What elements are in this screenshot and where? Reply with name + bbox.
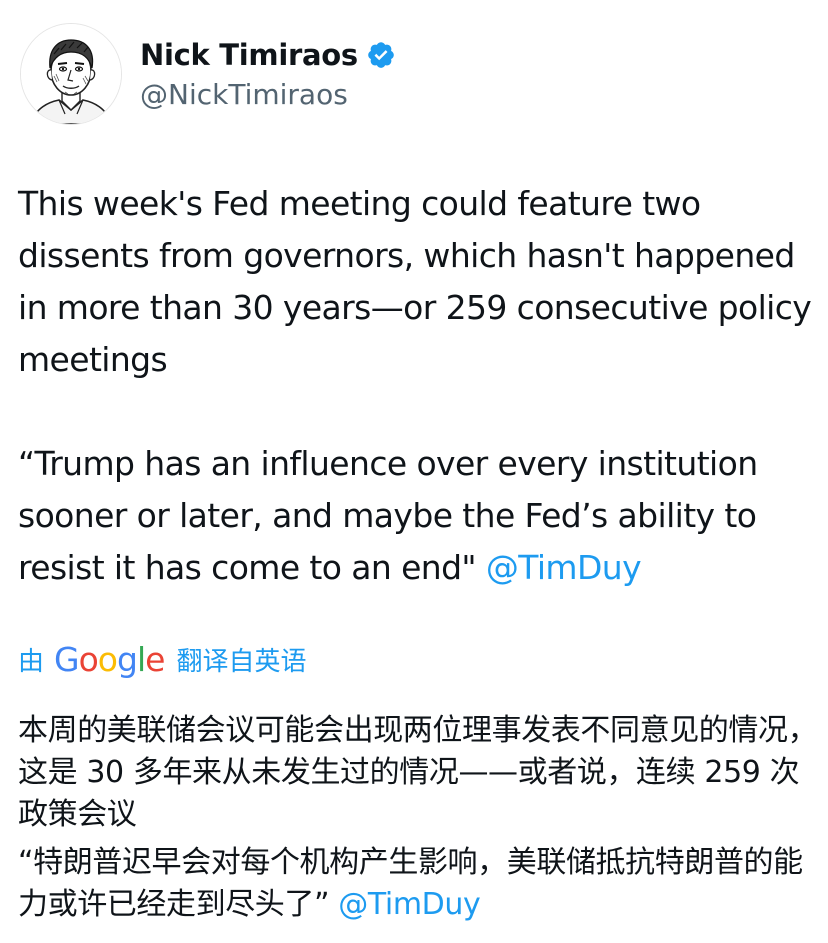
author-display-name[interactable]: Nick Timiraos <box>140 38 358 72</box>
name-row: Nick Timiraos <box>140 38 396 72</box>
mention-link[interactable]: @TimDuy <box>486 548 642 587</box>
avatar-sketch-portrait <box>21 24 121 124</box>
tweet-paragraph-1: This week's Fed meeting could feature tw… <box>18 184 812 379</box>
translated-text: 本周的美联储会议可能会出现两位理事发表不同意见的情况，这是 30 多年来从未发生… <box>18 710 818 926</box>
author-handle[interactable]: @NickTimiraos <box>140 78 396 111</box>
translated-paragraph-2: “特朗普迟早会对每个机构产生影响，美联储抵抗特朗普的能力或许已经走到尽头了” @… <box>18 842 818 926</box>
translation-attribution: 由 Google 翻译自英语 <box>18 636 306 682</box>
author-names: Nick Timiraos @NickTimiraos <box>140 38 396 111</box>
tweet-text: This week's Fed meeting could feature tw… <box>18 178 818 594</box>
translation-suffix[interactable]: 翻译自英语 <box>176 641 306 678</box>
tweet-header: Nick Timiraos @NickTimiraos <box>20 20 396 128</box>
translation-prefix: 由 <box>18 646 45 677</box>
google-logo: Google <box>54 639 165 679</box>
avatar[interactable] <box>20 23 122 125</box>
tweet-paragraph-2: “Trump has an influence over every insti… <box>18 438 818 594</box>
tweet-quote: “Trump has an influence over every insti… <box>18 444 758 587</box>
translated-mention-link[interactable]: @TimDuy <box>338 887 480 922</box>
translated-paragraph-1: 本周的美联储会议可能会出现两位理事发表不同意见的情况，这是 30 多年来从未发生… <box>18 713 818 832</box>
verified-badge-icon <box>366 40 396 70</box>
